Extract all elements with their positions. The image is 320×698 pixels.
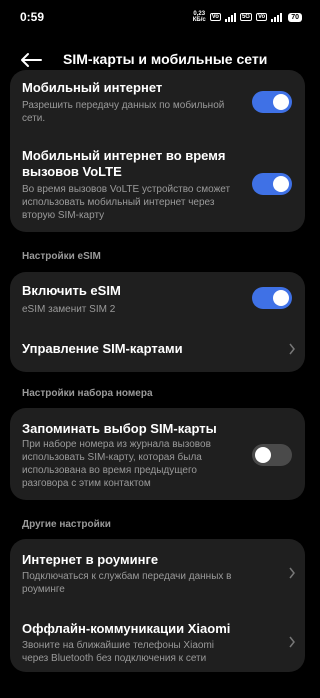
signal-icon xyxy=(224,12,236,22)
status-time: 0:59 xyxy=(20,10,45,24)
mobile-data-title: Мобильный интернет xyxy=(22,80,163,95)
esim-enable-row[interactable]: Включить eSIM eSIM заменит SIM 2 xyxy=(10,272,305,324)
roaming-row[interactable]: Интернет в роуминге Подключаться к служб… xyxy=(10,539,305,605)
esim-section-label: Настройки eSIM xyxy=(22,251,101,262)
remember-sim-toggle[interactable] xyxy=(252,444,292,466)
roaming-subtitle: Подключаться к службам передачи данных в… xyxy=(22,571,232,595)
esim-card: Включить eSIM eSIM заменит SIM 2 Управле… xyxy=(10,272,305,372)
back-arrow-icon[interactable] xyxy=(20,52,42,68)
volte-data-title: Мобильный интернет во время вызовов VoLT… xyxy=(22,148,226,179)
status-icons: 0,23 КБ/с Vo 5G Vo 70 xyxy=(193,11,302,23)
toggle-knob xyxy=(273,176,289,192)
esim-enable-subtitle: eSIM заменит SIM 2 xyxy=(22,304,116,315)
page-title: SIM-карты и мобильные сети xyxy=(63,51,268,67)
toggle-knob xyxy=(273,94,289,110)
offline-comm-row[interactable]: Оффлайн-коммуникации Xiaomi Звоните на б… xyxy=(10,605,305,672)
chevron-right-icon xyxy=(289,636,295,648)
esim-enable-title: Включить eSIM xyxy=(22,283,121,298)
offline-comm-title: Оффлайн-коммуникации Xiaomi xyxy=(22,621,231,636)
mobile-data-row[interactable]: Мобильный интернет Разрешить передачу да… xyxy=(10,70,305,130)
sim-management-row[interactable]: Управление SIM-картами xyxy=(10,324,305,372)
other-section-label: Другие настройки xyxy=(22,519,111,530)
battery-icon: 70 xyxy=(288,12,302,22)
volte-data-toggle[interactable] xyxy=(252,173,292,195)
mobile-data-card: Мобильный интернет Разрешить передачу да… xyxy=(10,70,305,232)
dial-card: Запоминать выбор SIM-карты При наборе но… xyxy=(10,408,305,500)
volte-data-subtitle: Во время вызовов VoLTE устройство сможет… xyxy=(22,184,231,221)
roaming-title: Интернет в роуминге xyxy=(22,552,159,567)
chevron-right-icon xyxy=(289,567,295,579)
chevron-right-icon xyxy=(289,343,295,355)
volte-badge-icon: Vo xyxy=(209,13,221,21)
remember-sim-row[interactable]: Запоминать выбор SIM-карты При наборе но… xyxy=(10,408,305,500)
volte-badge-2-icon: Vo xyxy=(255,13,268,21)
remember-sim-title: Запоминать выбор SIM-карты xyxy=(22,421,217,436)
sim-management-title: Управление SIM-картами xyxy=(22,341,183,356)
toggle-knob xyxy=(273,290,289,306)
status-bar: 0:59 0,23 КБ/с Vo 5G Vo 70 xyxy=(0,0,314,34)
offline-comm-subtitle: Звоните на ближайшие телефоны Xiaomi чер… xyxy=(22,640,215,664)
other-card: Интернет в роуминге Подключаться к служб… xyxy=(10,539,305,672)
esim-toggle[interactable] xyxy=(252,287,292,309)
dial-section-label: Настройки набора номера xyxy=(22,388,153,399)
signal-2-icon xyxy=(271,12,283,22)
remember-sim-subtitle: При наборе номера из журнала вызовов исп… xyxy=(22,439,211,489)
mobile-data-toggle[interactable] xyxy=(252,91,292,113)
mobile-data-subtitle: Разрешить передачу данных по мобильной с… xyxy=(22,100,225,124)
5g-badge-icon: 5G xyxy=(239,13,252,21)
volte-data-row[interactable]: Мобильный интернет во время вызовов VoLT… xyxy=(10,130,305,230)
toggle-knob xyxy=(255,447,271,463)
network-speed: 0,23 КБ/с xyxy=(192,11,206,23)
